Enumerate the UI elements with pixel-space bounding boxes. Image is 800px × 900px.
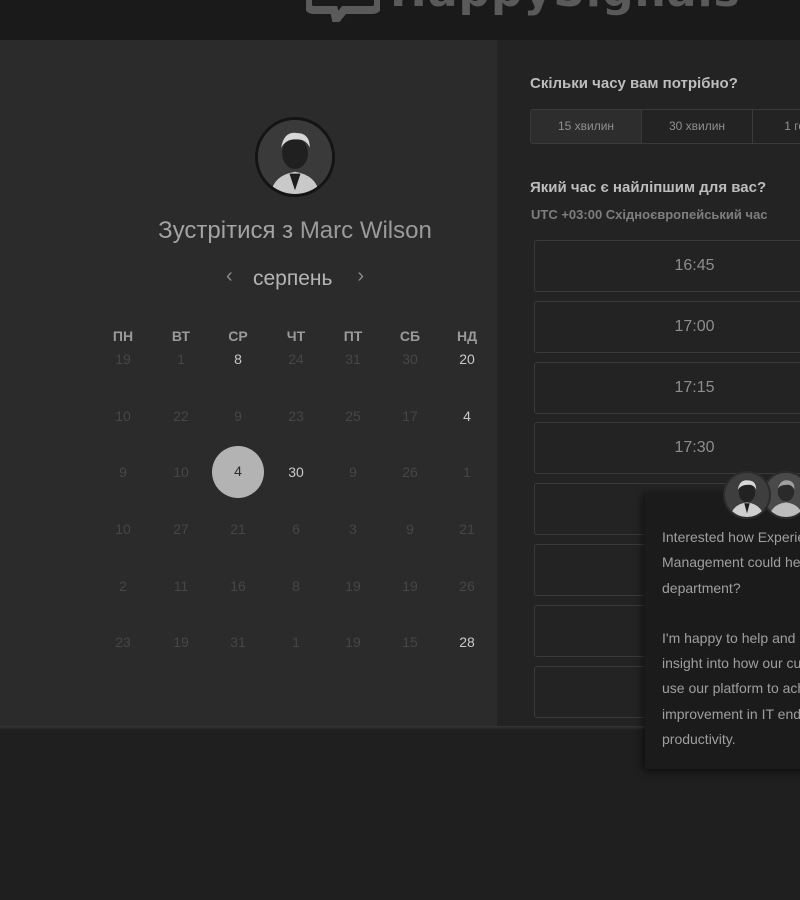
calendar-day: 9 [119,464,127,480]
calendar-day: 15 [402,634,418,650]
weekday-header: НД [456,328,478,344]
timezone-name: Східноєвропейський час [605,207,768,222]
calendar-day: 19 [115,351,131,367]
time-slot[interactable]: 16:45 [534,240,800,292]
calendar-day: 26 [459,578,475,594]
calendar-day: 19 [173,634,189,650]
weekday-header: СР [228,328,248,344]
person-icon [725,473,769,517]
calendar-day: 22 [173,408,189,424]
timezone-selector[interactable]: UTC +03:00 Східноєвропейський час [531,207,768,222]
brand-name[interactable]: HappySignals [390,0,741,17]
chat-line: productivity. [662,731,736,748]
chevron-left-icon[interactable]: ‹ [226,265,233,288]
calendar-day: 25 [345,408,361,424]
calendar-day: 10 [173,464,189,480]
speech-bubble-logo-icon [306,0,380,22]
calendar-day-available[interactable]: 30 [276,462,316,482]
meet-prefix: Зустрітися з [158,217,294,244]
weekday-header: ЧТ [286,328,306,344]
chat-line: I'm happy to help and give [662,629,800,646]
month-name: серпень [253,267,333,290]
calendar-day: 30 [402,351,418,367]
weekday-header: ПН [112,328,134,344]
weekday-header: СБ [399,328,421,344]
calendar-day-available[interactable]: 20 [447,349,487,369]
calendar-day: 1 [292,634,300,650]
calendar-day: 17 [402,408,418,424]
duration-tabs: 15 хвилин 30 хвилин 1 година [530,109,800,144]
calendar-day: 8 [292,578,300,594]
time-slot[interactable]: 17:30 [534,422,800,474]
host-avatar [255,117,335,197]
calendar-day: 10 [115,521,131,537]
calendar-day: 11 [173,578,189,594]
booking-panel [0,40,497,726]
chat-line: Interested how Experience [662,529,800,545]
duration-option-60[interactable]: 1 година [753,110,800,143]
duration-question: Скільки часу вам потрібно? [530,75,738,92]
calendar-day: 16 [230,578,246,594]
chat-line: insight into how our customers [662,655,800,672]
timezone-offset: UTC +03:00 [531,207,603,222]
calendar-day: 23 [288,408,304,424]
chat-agent-avatar[interactable] [723,471,771,519]
time-slot-label: 17:30 [674,439,715,456]
calendar-day: 21 [459,521,475,537]
calendar-day: 19 [345,634,361,650]
time-question: Який час є найліпшим для вас? [530,179,767,196]
time-slot[interactable]: 17:00 [534,301,800,353]
time-slot-label: 17:15 [674,379,715,396]
chat-line: department? [662,579,741,596]
chat-message: Interested how Experience Management cou… [662,525,800,752]
calendar-day: 1 [463,464,471,480]
host-name: Marc Wilson [299,217,432,244]
time-slot-label: 17:00 [674,318,715,335]
calendar-day: 26 [402,464,418,480]
calendar-day: 10 [115,408,131,424]
calendar-day-available[interactable]: 28 [447,632,487,652]
calendar-day: 21 [230,521,246,537]
calendar-day-available[interactable]: 8 [218,349,258,369]
calendar-day: 9 [234,408,242,424]
calendar-day: 19 [402,578,418,594]
host-portrait [258,120,332,194]
calendar-day-available[interactable]: 4 [447,406,487,426]
chat-line: Management could help your [662,554,800,571]
calendar-day: 31 [230,634,246,650]
chat-line: use our platform to achieve [662,680,800,697]
month-navigation: ‹ серпень › [224,265,372,293]
calendar-day: 1 [177,351,185,367]
time-slot-label: 16:45 [674,257,715,274]
calendar-day: 27 [173,521,189,537]
duration-option-30[interactable]: 30 хвилин [642,110,753,143]
weekday-header: ПТ [343,328,363,344]
chat-popup[interactable]: Interested how Experience Management cou… [645,492,800,769]
calendar-day: 6 [292,521,300,537]
calendar-day: 24 [288,351,304,367]
calendar-day: 31 [345,351,361,367]
weekday-header: ВТ [171,328,191,344]
calendar-day: 23 [115,634,131,650]
chevron-right-icon[interactable]: › [357,265,364,288]
duration-option-15[interactable]: 15 хвилин [531,110,642,143]
time-slot[interactable]: 17:15 [534,362,800,414]
calendar-day: 19 [345,578,361,594]
chat-line: improvement in IT end-user [662,705,800,722]
calendar-day-selected[interactable]: 4 [212,446,264,498]
calendar-day: 9 [349,464,357,480]
top-header: HappySignals [0,0,800,40]
calendar-day: 3 [349,521,357,537]
calendar-day: 9 [406,521,414,537]
calendar-day: 2 [119,578,127,594]
